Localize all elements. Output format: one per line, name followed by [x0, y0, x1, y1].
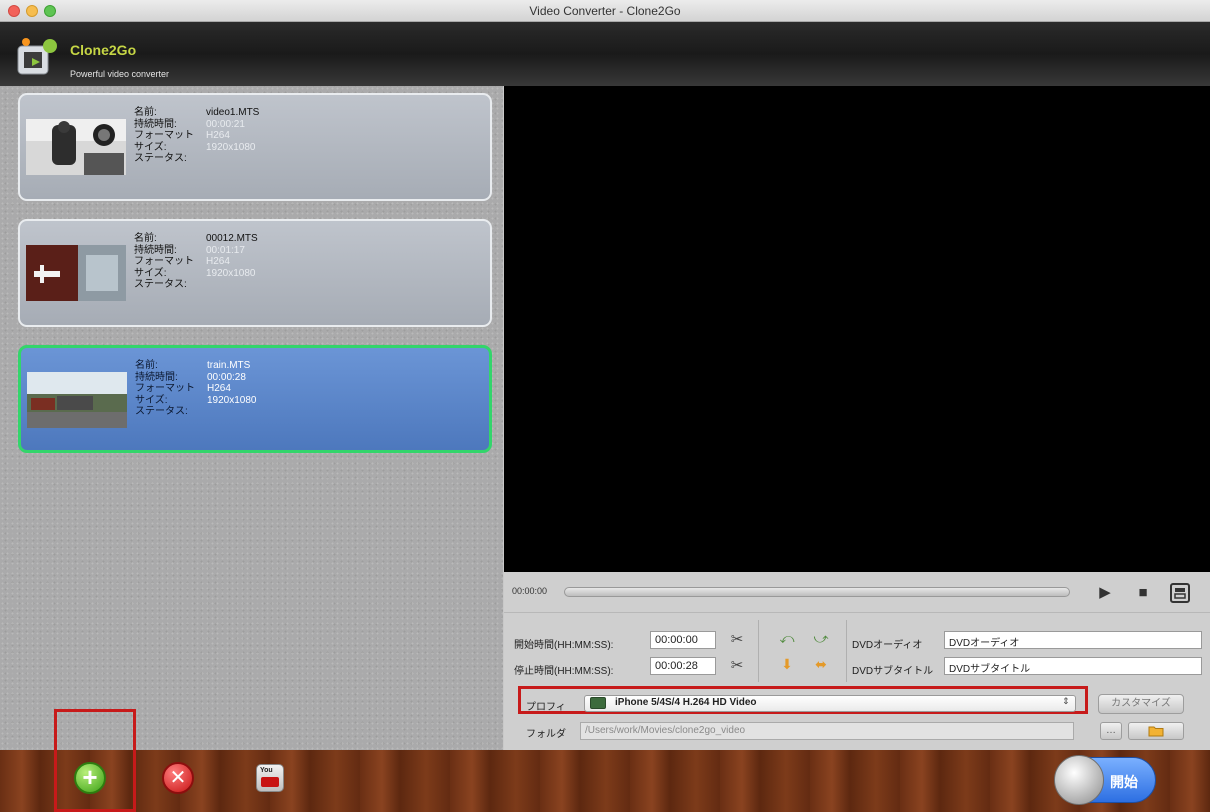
- flip-horizontal-icon[interactable]: ⬌: [812, 655, 830, 673]
- file-format: H264: [207, 383, 231, 394]
- open-folder-button[interactable]: [1128, 722, 1184, 740]
- dvd-subtitle-label: DVDサブタイトル: [852, 666, 934, 677]
- browse-button[interactable]: …: [1100, 722, 1122, 740]
- file-card-selected[interactable]: 名前: train.MTS 持続時間: 00:00:28 フォーマット H264 サイ…: [18, 345, 492, 453]
- seek-slider[interactable]: [564, 587, 1070, 597]
- name-label: 名前:: [134, 107, 157, 118]
- start-time-input[interactable]: 00:00:00: [650, 631, 716, 649]
- video-thumbnail: [26, 119, 126, 175]
- file-format: H264: [206, 130, 230, 141]
- file-meta: 名前: 00012.MTS 持続時間: 00:01:17 フォーマット H264 サイ…: [134, 233, 258, 291]
- divider: [504, 612, 1210, 613]
- phone-icon: [590, 697, 606, 709]
- customize-button[interactable]: カスタマイズ: [1098, 694, 1184, 714]
- file-size: 1920x1080: [207, 394, 257, 406]
- youtube-upload-button[interactable]: You: [256, 764, 284, 792]
- name-label: 名前:: [135, 360, 158, 371]
- folder-label: フォルダ: [526, 729, 566, 740]
- file-duration: 00:00:21: [206, 118, 245, 130]
- file-size: 1920x1080: [206, 267, 256, 279]
- rotate-left-icon[interactable]: ⤺: [778, 629, 796, 647]
- control-panel: 00:00:00 ▶ ■ 開始時間(HH:MM:SS): 00:00:00 ✂ …: [504, 572, 1210, 750]
- duration-label: 持続時間:: [135, 371, 178, 383]
- brand-header: Clone2Go Powerful video converter: [0, 22, 1210, 86]
- file-list: 名前: video1.MTS 持続時間: 00:00:21 フォーマット H264 サ…: [0, 86, 503, 750]
- video-thumbnail: [27, 372, 127, 428]
- file-duration: 00:01:17: [206, 244, 245, 256]
- file-meta: 名前: train.MTS 持続時間: 00:00:28 フォーマット H264 サイ…: [135, 360, 257, 418]
- file-name: video1.MTS: [206, 107, 260, 118]
- scissors-icon[interactable]: ✂: [728, 657, 746, 675]
- format-label: フォーマット: [134, 256, 194, 267]
- profile-label: プロフィ: [526, 702, 566, 713]
- name-label: 名前:: [134, 233, 157, 244]
- start-time-label: 開始時間(HH:MM:SS):: [514, 640, 614, 651]
- size-label: サイズ:: [134, 141, 167, 153]
- file-card[interactable]: 名前: video1.MTS 持続時間: 00:00:21 フォーマット H264 サ…: [18, 93, 492, 201]
- divider: [758, 620, 759, 682]
- clone2go-logo-icon: [17, 38, 57, 75]
- video-thumbnail: [26, 245, 126, 301]
- dvd-audio-select[interactable]: DVDオーディオ: [944, 631, 1202, 649]
- file-format: H264: [206, 256, 230, 267]
- window-title: Video Converter - Clone2Go: [529, 4, 681, 18]
- status-label: ステータス:: [134, 153, 187, 164]
- file-size: 1920x1080: [206, 141, 256, 153]
- video-preview: [504, 86, 1210, 572]
- add-button-highlight-box: [54, 709, 136, 812]
- rotate-right-icon[interactable]: ⤻: [812, 629, 830, 647]
- remove-file-button[interactable]: ✕: [162, 762, 194, 794]
- start-label: 開始: [1110, 774, 1138, 790]
- divider: [846, 620, 847, 682]
- format-label: フォーマット: [135, 383, 195, 394]
- output-folder-input[interactable]: /Users/work/Movies/clone2go_video: [580, 722, 1074, 740]
- youtube-tube-icon: [261, 777, 279, 787]
- status-label: ステータス:: [135, 406, 188, 417]
- duration-label: 持続時間:: [134, 118, 177, 130]
- format-label: フォーマット: [134, 130, 194, 141]
- title-bar: Video Converter - Clone2Go: [0, 0, 1210, 22]
- folder-icon: [1148, 726, 1164, 737]
- stop-icon[interactable]: ■: [1132, 582, 1154, 604]
- stop-time-label: 停止時間(HH:MM:SS):: [514, 666, 614, 677]
- size-label: サイズ:: [135, 394, 168, 406]
- file-card[interactable]: 名前: 00012.MTS 持続時間: 00:01:17 フォーマット H264 サイ…: [18, 219, 492, 327]
- playback-time: 00:00:00: [512, 586, 548, 596]
- start-knob-icon[interactable]: [1054, 755, 1104, 805]
- status-label: ステータス:: [134, 279, 187, 290]
- select-arrows-icon: ⇕: [1062, 696, 1070, 706]
- brand-name: Clone2Go: [70, 42, 137, 58]
- file-duration: 00:00:28: [207, 371, 246, 383]
- brand-tagline: Powerful video converter: [70, 69, 170, 79]
- dvd-subtitle-select[interactable]: DVDサブタイトル: [944, 657, 1202, 675]
- duration-label: 持続時間:: [134, 244, 177, 256]
- flip-vertical-icon[interactable]: ⬇: [778, 655, 796, 673]
- size-label: サイズ:: [134, 267, 167, 279]
- youtube-icon: You: [260, 767, 273, 774]
- file-name: 00012.MTS: [206, 233, 258, 244]
- scissors-icon[interactable]: ✂: [728, 631, 746, 649]
- file-name: train.MTS: [207, 360, 251, 371]
- snapshot-icon[interactable]: [1168, 582, 1192, 604]
- dvd-audio-label: DVDオーディオ: [852, 640, 923, 651]
- play-icon[interactable]: ▶: [1094, 582, 1116, 604]
- file-meta: 名前: video1.MTS 持続時間: 00:00:21 フォーマット H264 サ…: [134, 107, 259, 165]
- stop-time-input[interactable]: 00:00:28: [650, 657, 716, 675]
- profile-select[interactable]: iPhone 5/4S/4 H.264 HD Video: [584, 695, 1076, 712]
